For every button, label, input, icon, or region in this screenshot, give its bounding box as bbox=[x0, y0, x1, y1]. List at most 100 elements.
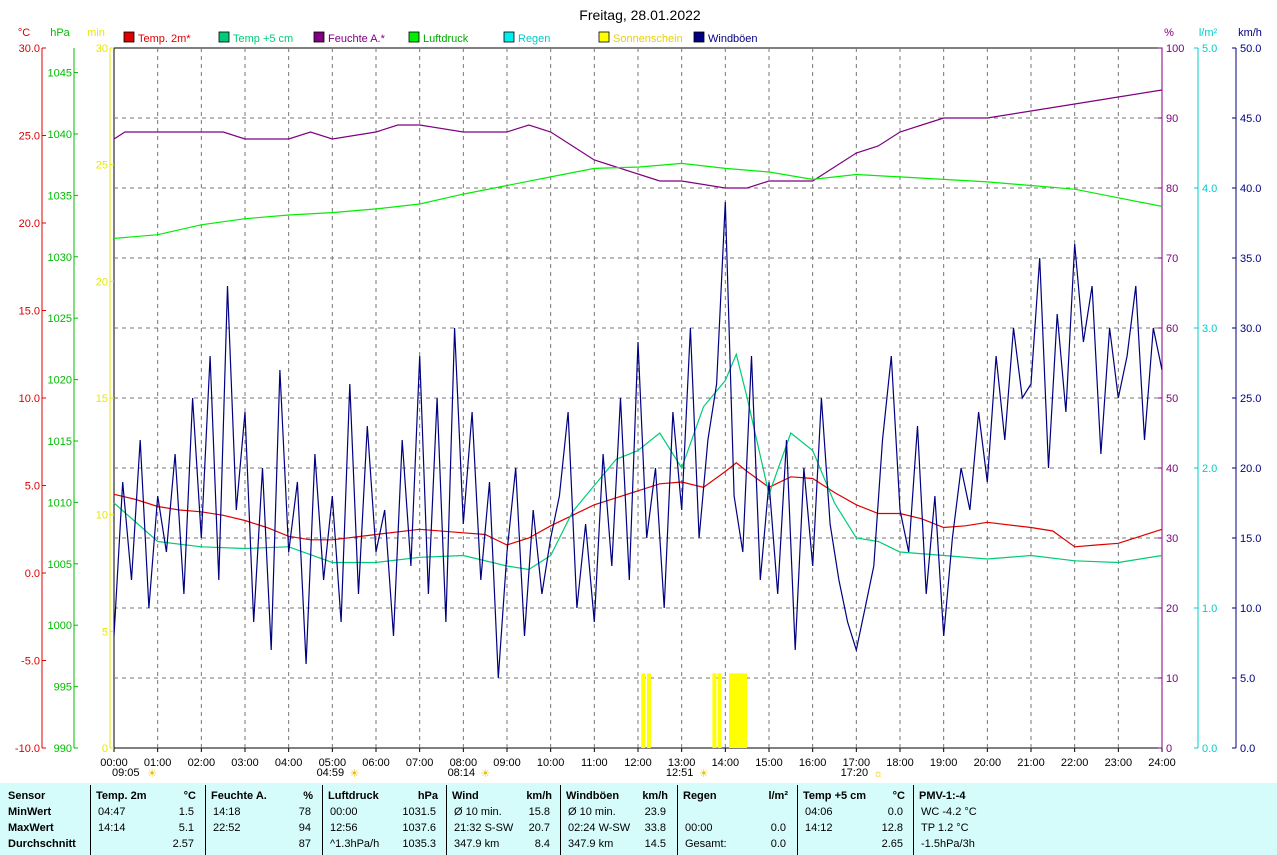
sun-icon: ☀ bbox=[147, 768, 157, 780]
time-marker-label: 09:05 bbox=[112, 767, 140, 779]
wind-tick-label: 40.0 bbox=[1240, 183, 1261, 195]
humidity-axis-unit: % bbox=[1164, 27, 1174, 39]
column-separator bbox=[322, 785, 323, 855]
pressure-tick-label: 1035 bbox=[48, 190, 72, 202]
legend-swatch bbox=[598, 31, 610, 43]
wind-tick-label: 0.0 bbox=[1240, 743, 1255, 755]
stats-header: Sensor bbox=[8, 790, 46, 802]
stats-column: Feuchte A.% 14:18 78 22:52 94 87 bbox=[205, 783, 319, 855]
temp-tick-label: 20.0 bbox=[19, 218, 40, 230]
stats-cell-value: 1035.3 bbox=[402, 838, 436, 850]
stats-row-label: Durchschnitt bbox=[8, 838, 76, 850]
x-tick-label: 23:00 bbox=[1105, 757, 1133, 769]
pressure-tick-label: 1030 bbox=[48, 252, 72, 264]
stats-cell-value: 78 bbox=[298, 806, 311, 818]
x-tick-label: 14:00 bbox=[712, 757, 740, 769]
stats-cell-time: 14:18 bbox=[213, 806, 241, 818]
wind-axis-unit: km/h bbox=[1238, 27, 1262, 39]
rain-tick-label: 4.0 bbox=[1202, 183, 1217, 195]
stats-cell-value: 1037.6 bbox=[402, 822, 436, 834]
sun-axis-unit: min bbox=[87, 27, 105, 39]
sun-tick-label: 5 bbox=[102, 626, 108, 638]
wind-tick-label: 35.0 bbox=[1240, 253, 1261, 265]
stats-cell-time: 347.9 km bbox=[568, 838, 614, 850]
weather-chart: Freitag, 28.01.202200:00 01:00 02:00 03:00 0… bbox=[15, 7, 1262, 780]
x-tick-label: 20:00 bbox=[974, 757, 1002, 769]
stats-column: Windböen km/h Ø 10 min. 23.9 02:24 W-SW 33.8 3… bbox=[560, 783, 674, 855]
x-tick-label: 03:00 bbox=[231, 757, 259, 769]
stats-cell-time: -1.5hPa/3h bbox=[921, 838, 975, 850]
stats-cell-value: 87 bbox=[298, 838, 311, 850]
legend-label: Temp. 2m* bbox=[138, 33, 191, 45]
stats-header: Feuchte A. bbox=[211, 790, 267, 802]
humidity-tick-label: 30 bbox=[1166, 533, 1178, 545]
legend-swatch bbox=[408, 31, 420, 43]
temp-tick-label: 25.0 bbox=[19, 131, 40, 143]
x-tick-label: 02:00 bbox=[188, 757, 216, 769]
x-tick-label: 24:00 bbox=[1148, 757, 1176, 769]
rain-tick-label: 3.0 bbox=[1202, 323, 1217, 335]
stats-unit: hPa bbox=[417, 790, 438, 802]
rain-tick-label: 1.0 bbox=[1202, 603, 1217, 615]
sunshine-bar bbox=[729, 673, 734, 748]
stats-column: Regen l/m² 00:00 0.0 Gesamt: 0.0 bbox=[677, 783, 794, 855]
temp-tick-label: 10.0 bbox=[19, 393, 40, 405]
x-tick-label: 06:00 bbox=[362, 757, 390, 769]
pressure-tick-label: 1015 bbox=[48, 436, 72, 448]
rain-tick-label: 5.0 bbox=[1202, 43, 1217, 55]
stats-column: Luftdruck hPa 00:00 1031.5 12:56 1037.6 ^1.3hP… bbox=[322, 783, 444, 855]
stats-cell-time: Gesamt: bbox=[685, 838, 727, 850]
stats-header: Wind bbox=[452, 790, 479, 802]
stats-cell-time: Ø 10 min. bbox=[454, 806, 502, 818]
stats-cell-time: 04:47 bbox=[98, 806, 126, 818]
stats-cell-value: 33.8 bbox=[644, 822, 666, 834]
stats-cell-value: 0.0 bbox=[770, 822, 786, 834]
temp-tick-label: -5.0 bbox=[21, 656, 40, 668]
wind-tick-label: 10.0 bbox=[1240, 603, 1261, 615]
sunshine-bar bbox=[712, 673, 717, 748]
legend-label: Regen bbox=[518, 33, 550, 45]
x-tick-label: 15:00 bbox=[755, 757, 783, 769]
stats-cell-time: 14:14 bbox=[98, 822, 126, 834]
column-separator bbox=[913, 785, 914, 855]
stats-cell-time: ^1.3hPa/h bbox=[330, 838, 380, 850]
chart-title: Freitag, 28.01.2022 bbox=[579, 7, 701, 23]
humidity-tick-label: 50 bbox=[1166, 393, 1178, 405]
pressure-tick-label: 1045 bbox=[48, 68, 72, 80]
x-tick-label: 12:00 bbox=[624, 757, 652, 769]
stats-unit: °C bbox=[183, 790, 196, 802]
stats-cell-time: 00:00 bbox=[685, 822, 713, 834]
pressure-tick-label: 1025 bbox=[48, 313, 72, 325]
legend-label: Sonnenschein bbox=[613, 33, 683, 45]
sun-tick-label: 15 bbox=[96, 393, 108, 405]
sun-tick-label: 30 bbox=[96, 43, 108, 55]
stats-header: Temp. 2m bbox=[96, 790, 147, 802]
temp-tick-label: -10.0 bbox=[15, 743, 40, 755]
sun-tick-label: 0 bbox=[102, 743, 108, 755]
pressure-axis-unit: hPa bbox=[50, 27, 70, 39]
stats-unit: % bbox=[303, 790, 313, 802]
x-tick-label: 19:00 bbox=[930, 757, 958, 769]
stats-cell-value: 94 bbox=[298, 822, 311, 834]
stats-column: Wind km/h Ø 10 min. 15.8 21:32 S-SW 20.7 347.9… bbox=[446, 783, 558, 855]
legend-swatch bbox=[693, 31, 705, 43]
stats-column: Sensor MinWert MaxWert Durchschnitt bbox=[0, 783, 88, 855]
sun-tick-label: 20 bbox=[96, 276, 108, 288]
humidity-tick-label: 10 bbox=[1166, 673, 1178, 685]
stats-column: PMV-1:-4 WC -4.2 °C TP 1.2 °C -1.5hPa/3h bbox=[913, 783, 1063, 855]
humidity-tick-label: 90 bbox=[1166, 113, 1178, 125]
column-separator bbox=[205, 785, 206, 855]
temp-tick-label: 30.0 bbox=[19, 43, 40, 55]
pressure-tick-label: 1000 bbox=[48, 620, 72, 632]
sun-icon: ☀ bbox=[480, 768, 490, 780]
humidity-tick-label: 80 bbox=[1166, 183, 1178, 195]
stats-column: Temp. 2m °C 04:47 1.5 14:14 5.1 2.57 bbox=[90, 783, 202, 855]
stats-cell-value: 2.65 bbox=[881, 838, 903, 850]
wind-tick-label: 15.0 bbox=[1240, 533, 1261, 545]
sunshine-bar bbox=[742, 673, 747, 748]
humidity-tick-label: 0 bbox=[1166, 743, 1172, 755]
x-tick-label: 21:00 bbox=[1017, 757, 1045, 769]
column-separator bbox=[797, 785, 798, 855]
wind-tick-label: 30.0 bbox=[1240, 323, 1261, 335]
legend-swatch bbox=[503, 31, 515, 43]
